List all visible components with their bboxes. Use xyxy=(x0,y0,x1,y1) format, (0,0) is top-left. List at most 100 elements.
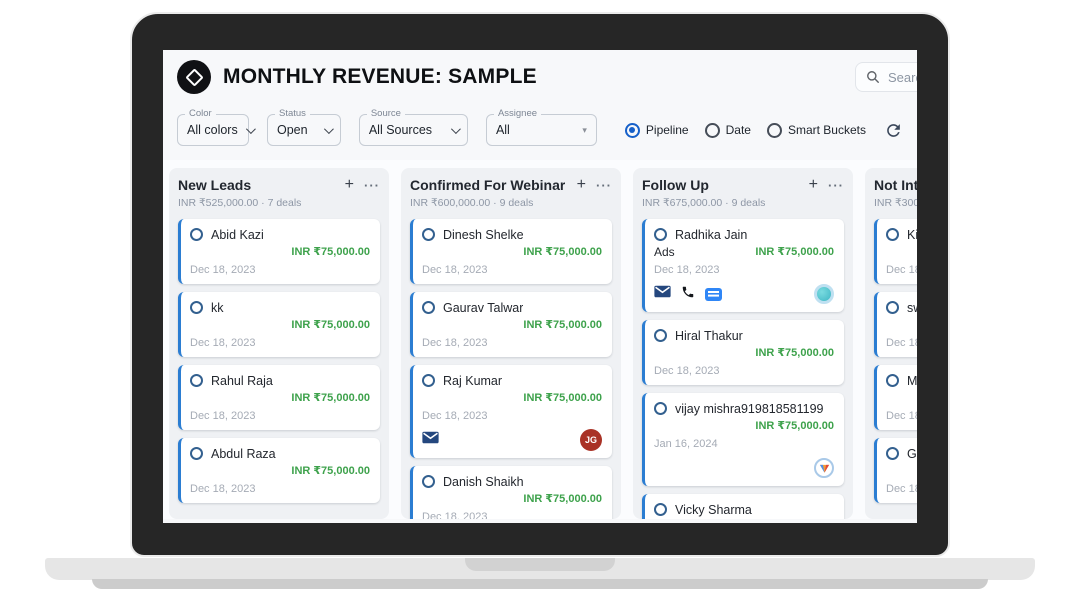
chevron-down-icon xyxy=(451,124,461,134)
deal-amount: INR ₹75,000.00 xyxy=(755,245,834,258)
deal-card[interactable]: Gaurav TalwarINR ₹75,000.00Dec 18, 2023 xyxy=(410,292,612,357)
deal-card[interactable]: swaDec 18, 2 xyxy=(874,292,917,357)
deal-checkbox[interactable] xyxy=(654,402,667,415)
deal-checkbox[interactable] xyxy=(422,228,435,241)
deal-checkbox[interactable] xyxy=(422,374,435,387)
view-option-smart-buckets[interactable]: Smart Buckets xyxy=(767,123,866,138)
deal-amount: INR ₹75,000.00 xyxy=(523,391,602,404)
deal-card[interactable]: MarDec 18, 2 xyxy=(874,365,917,430)
deal-card[interactable]: KiraDec 18, 2 xyxy=(874,219,917,284)
deal-card[interactable]: Gar Dec 18, 2 xyxy=(874,438,917,503)
radio-icon[interactable] xyxy=(767,123,782,138)
ads-source-icon[interactable] xyxy=(814,458,834,478)
column-summary: INR ₹300,0 xyxy=(874,197,917,209)
deal-date: Dec 18, 2023 xyxy=(190,264,370,277)
deal-card[interactable]: Abdul RazaINR ₹75,000.00Dec 18, 2023 xyxy=(178,438,380,503)
deal-date: Dec 18, 2023 xyxy=(190,410,370,423)
deal-checkbox[interactable] xyxy=(422,301,435,314)
assignee-avatar[interactable]: JG xyxy=(580,429,602,451)
deal-name: Gar xyxy=(907,447,917,461)
deal-date: Dec 18, 2023 xyxy=(654,264,834,277)
deal-name: Raj Kumar xyxy=(443,374,502,388)
deal-checkbox[interactable] xyxy=(190,374,203,387)
color-filter-select[interactable]: Color All colors xyxy=(177,114,249,146)
deal-card[interactable]: Abid Kazi INR ₹75,000.00 Dec 18, 2023 xyxy=(178,219,380,284)
column-title: Confirmed For Webinar xyxy=(410,177,565,193)
deal-checkbox[interactable] xyxy=(190,228,203,241)
deal-amount-row: INR ₹75,000.00 xyxy=(190,317,370,332)
chat-icon[interactable] xyxy=(705,288,722,301)
deal-card-header: Gar xyxy=(886,445,917,462)
column-summary: INR ₹525,000.00 · 7 deals xyxy=(178,197,380,209)
laptop-base xyxy=(45,558,1035,580)
deal-name: kk xyxy=(211,301,224,315)
deal-checkbox[interactable] xyxy=(422,475,435,488)
deal-card[interactable]: Hiral ThakurINR ₹75,000.00Dec 18, 2023 xyxy=(642,320,844,385)
deal-card-header: Gaurav Talwar xyxy=(422,299,602,316)
assignee-avatar[interactable] xyxy=(814,284,834,304)
deal-checkbox[interactable] xyxy=(190,447,203,460)
deal-card[interactable]: Raj KumarINR ₹75,000.00Dec 18, 2023JG xyxy=(410,365,612,458)
deal-card[interactable]: Dinesh ShelkeINR ₹75,000.00Dec 18, 2023 xyxy=(410,219,612,284)
deal-card[interactable]: vijay mishra919818581199INR ₹75,000.00Ja… xyxy=(642,393,844,486)
source-filter-select[interactable]: Source All Sources xyxy=(359,114,468,146)
mail-icon[interactable] xyxy=(654,285,671,303)
deal-card-header: Dinesh Shelke xyxy=(422,226,602,243)
deal-card[interactable]: Rahul RajaINR ₹75,000.00Dec 18, 2023 xyxy=(178,365,380,430)
deal-card-header: Danish Shaikh xyxy=(422,473,602,490)
deal-checkbox[interactable] xyxy=(886,374,899,387)
phone-icon[interactable] xyxy=(681,285,695,304)
deal-actions-row xyxy=(654,283,834,305)
view-option-pipeline[interactable]: Pipeline xyxy=(625,123,689,138)
deal-checkbox[interactable] xyxy=(886,228,899,241)
app-header: MONTHLY REVENUE: SAMPLE Search xyxy=(163,50,917,104)
column-menu-button[interactable]: ··· xyxy=(596,179,612,192)
assignee-filter-select[interactable]: Assignee All ▾ xyxy=(486,114,597,146)
view-option-date[interactable]: Date xyxy=(705,123,751,138)
column-summary: INR ₹675,000.00 · 9 deals xyxy=(642,197,844,209)
deal-card-header: Vicky Sharma xyxy=(654,501,834,518)
deal-name: Danish Shaikh xyxy=(443,475,524,489)
deal-amount-row: AdsINR ₹75,000.00 xyxy=(654,244,834,259)
column-header: Not Inte+··· xyxy=(874,177,917,193)
deal-checkbox[interactable] xyxy=(654,503,667,516)
deal-amount-row xyxy=(886,244,917,259)
deal-amount: INR ₹75,000.00 xyxy=(291,318,370,331)
search-input[interactable]: Search xyxy=(855,62,917,92)
deal-card-header: Abid Kazi xyxy=(190,226,370,243)
deal-amount: INR ₹75,000.00 xyxy=(755,419,834,432)
column-actions: + ··· xyxy=(345,177,380,193)
deal-date: Dec 18, 2 xyxy=(886,264,917,277)
deal-card[interactable]: Radhika JainAdsINR ₹75,000.00Dec 18, 202… xyxy=(642,219,844,312)
view-switch-radio-group: Pipeline Date Smart Buckets xyxy=(625,123,866,138)
deal-name: Gaurav Talwar xyxy=(443,301,523,315)
deal-card[interactable]: kkINR ₹75,000.00Dec 18, 2023 xyxy=(178,292,380,357)
deal-card[interactable]: Vicky Sharma xyxy=(642,494,844,519)
deal-card[interactable]: Danish ShaikhINR ₹75,000.00Dec 18, 2023 xyxy=(410,466,612,519)
deal-amount-row: INR ₹75,000.00 xyxy=(422,491,602,506)
column-header: Follow Up+··· xyxy=(642,177,844,193)
deal-date: Dec 18, 2 xyxy=(886,483,917,496)
status-filter-select[interactable]: Status Open xyxy=(267,114,341,146)
app-screen: MONTHLY REVENUE: SAMPLE Search Color All… xyxy=(163,50,917,523)
mail-icon[interactable] xyxy=(422,431,439,449)
deal-name: Dinesh Shelke xyxy=(443,228,524,242)
add-card-button[interactable]: + xyxy=(577,177,586,193)
radio-icon[interactable] xyxy=(625,123,640,138)
deal-amount: INR ₹75,000.00 xyxy=(291,245,370,258)
deal-date: Dec 18, 2 xyxy=(886,410,917,423)
deal-checkbox[interactable] xyxy=(190,301,203,314)
deal-checkbox[interactable] xyxy=(654,228,667,241)
deal-date: Dec 18, 2023 xyxy=(654,365,834,378)
add-card-button[interactable]: + xyxy=(345,177,354,193)
deal-checkbox[interactable] xyxy=(886,301,899,314)
kanban-board: New Leads+···INR ₹525,000.00 · 7 dealsAb… xyxy=(163,160,917,519)
deal-checkbox[interactable] xyxy=(886,447,899,460)
column-menu-button[interactable]: ··· xyxy=(364,179,380,192)
deal-checkbox[interactable] xyxy=(654,329,667,342)
caret-down-icon: ▾ xyxy=(582,125,587,136)
refresh-button[interactable] xyxy=(884,121,903,140)
column-menu-button[interactable]: ··· xyxy=(828,179,844,192)
add-card-button[interactable]: + xyxy=(809,177,818,193)
radio-icon[interactable] xyxy=(705,123,720,138)
